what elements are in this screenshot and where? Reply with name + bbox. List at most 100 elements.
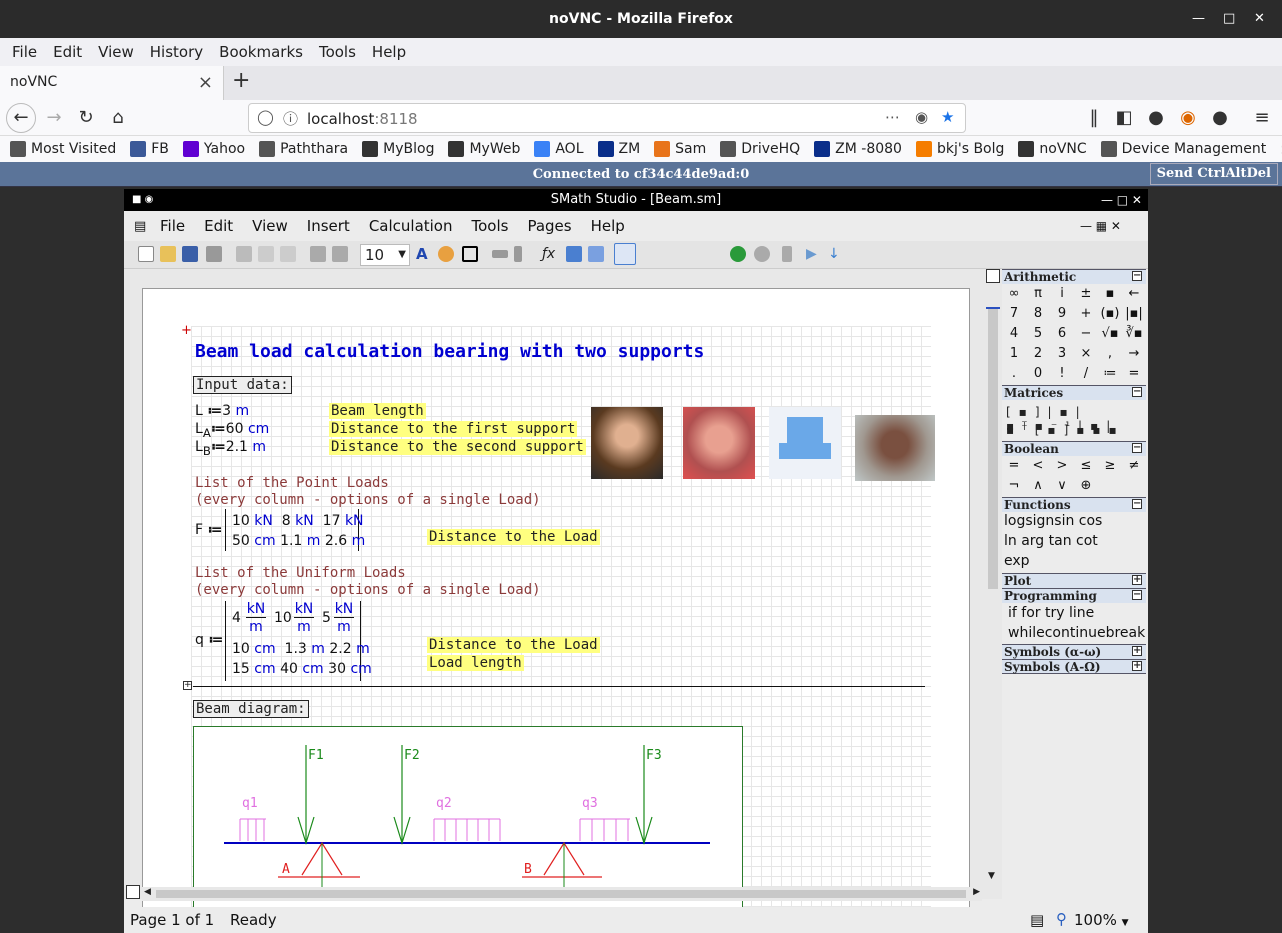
bookmark-2[interactable]: Yahoo <box>182 141 245 157</box>
scroll-down-icon[interactable]: ▼ <box>988 871 995 881</box>
arithmetic-key[interactable]: 9 <box>1050 304 1074 324</box>
smath-menu-pages[interactable]: Pages <box>527 217 571 235</box>
bookmark-5[interactable]: MyWeb <box>448 141 520 157</box>
document-window-controls[interactable]: — ▦ ✕ <box>1080 219 1121 233</box>
window-menu-icon[interactable]: ■ ◉ <box>132 189 153 211</box>
menu-file[interactable]: File <box>4 43 45 61</box>
page-actions-icon[interactable]: ⋯ <box>885 108 900 126</box>
send-ctrlaltdel-button[interactable]: Send CtrlAltDel <box>1149 163 1278 185</box>
functions-row2[interactable]: ln arg tan cot <box>1004 533 1098 549</box>
boolean-key[interactable]: < <box>1026 456 1050 476</box>
bookmark-11[interactable]: bkj's Bolg <box>915 141 1004 157</box>
save-icon[interactable] <box>182 246 198 262</box>
page-layout-icon[interactable]: ▤ <box>1030 911 1044 929</box>
boolean-key[interactable]: ∧ <box>1026 476 1050 496</box>
smath-menu-insert[interactable]: Insert <box>307 217 350 235</box>
border-icon[interactable] <box>462 246 478 262</box>
arithmetic-key[interactable]: + <box>1074 304 1098 324</box>
var-LA[interactable]: LA≔60 cm <box>195 421 269 440</box>
maximize-icon[interactable]: □ <box>1223 0 1235 38</box>
open-folder-icon[interactable] <box>160 246 176 262</box>
functions-row3[interactable]: exp <box>1004 553 1030 569</box>
close-tab-icon[interactable]: × <box>198 72 213 93</box>
arithmetic-key[interactable]: (▪) <box>1098 304 1122 324</box>
arithmetic-key[interactable]: 0 <box>1026 364 1050 384</box>
matrix-row2-icons[interactable]: ▪ᵀ[▪]▪▪▪ <box>1006 423 1125 437</box>
collapse-icon[interactable]: − <box>1132 499 1142 509</box>
vertical-scrollbar[interactable]: ▼ <box>984 269 1002 887</box>
note-q-length[interactable]: Load length <box>427 655 524 671</box>
panel-symbols-upper-header[interactable]: Symbols (A-Ω) + <box>1002 659 1146 674</box>
boolean-key[interactable]: ⊕ <box>1074 476 1098 496</box>
pocket-icon[interactable]: ◉ <box>915 108 928 126</box>
menu-tools[interactable]: Tools <box>311 43 364 61</box>
arithmetic-key[interactable]: 1 <box>1002 344 1026 364</box>
bookmark-10[interactable]: ZM -8080 <box>814 141 902 157</box>
cut-icon[interactable] <box>236 246 252 262</box>
smath-window-controls[interactable]: — □ ✕ <box>1101 189 1142 211</box>
menu-view[interactable]: View <box>90 43 142 61</box>
note-beam-length[interactable]: Beam length <box>329 403 426 419</box>
boolean-key[interactable]: ≤ <box>1074 456 1098 476</box>
arithmetic-key[interactable]: |▪| <box>1122 304 1146 324</box>
note-q-distance[interactable]: Distance to the Load <box>427 637 600 653</box>
arithmetic-key[interactable]: → <box>1122 344 1146 364</box>
align-icon[interactable] <box>492 250 508 258</box>
back-arrow-icon[interactable]: ← <box>6 103 36 133</box>
function-icon[interactable]: ƒx <box>542 246 558 262</box>
step-icon[interactable]: ▶ <box>806 246 822 262</box>
redo-icon[interactable] <box>332 246 348 262</box>
matrix-q[interactable]: 4 kN m 10 kN m 5 kN m 10 cm 1.3 m 2.2 m … <box>225 601 372 681</box>
arithmetic-key[interactable]: 5 <box>1026 324 1050 344</box>
arithmetic-key[interactable]: / <box>1074 364 1098 384</box>
input-data-label[interactable]: Input data: <box>193 376 292 394</box>
close-icon[interactable]: ✕ <box>1254 0 1265 38</box>
new-document-icon[interactable] <box>138 246 154 262</box>
page-view-icon[interactable] <box>614 243 636 265</box>
hamburger-menu-icon[interactable]: ≡ <box>1248 105 1276 131</box>
region-expand-icon[interactable]: + <box>183 681 192 690</box>
tab-novnc[interactable]: noVNC × <box>0 66 224 100</box>
matrix-F[interactable]: 10 kN 8 kN 17 kN 50 cm 1.1 m 2.6 m <box>225 509 365 551</box>
star-icon[interactable]: ★ <box>941 108 954 126</box>
account-icon[interactable]: ● <box>1142 105 1170 131</box>
step-into-icon[interactable]: ↓ <box>828 246 844 262</box>
text-color-icon[interactable]: A <box>416 246 432 262</box>
document-area[interactable]: + Beam load calculation bearing with two… <box>124 269 1002 908</box>
bookmark-6[interactable]: AOL <box>534 141 584 157</box>
collapse-icon[interactable]: − <box>1132 387 1142 397</box>
boolean-key[interactable]: ≥ <box>1098 456 1122 476</box>
arithmetic-key[interactable]: ≔ <box>1098 364 1122 384</box>
panel-plot-header[interactable]: Plot + <box>1002 573 1146 588</box>
var-L[interactable]: L ≔3 m <box>195 403 249 419</box>
boolean-key[interactable]: ¬ <box>1002 476 1026 496</box>
bookmark-4[interactable]: MyBlog <box>362 141 434 157</box>
arithmetic-key[interactable]: , <box>1098 344 1122 364</box>
undo-icon[interactable] <box>310 246 326 262</box>
info-icon[interactable]: ⓘ <box>283 108 298 129</box>
expand-icon[interactable]: + <box>1132 661 1142 671</box>
boolean-key[interactable]: > <box>1050 456 1074 476</box>
extension-icon[interactable]: ◉ <box>1174 105 1202 131</box>
extension2-icon[interactable]: ● <box>1206 105 1234 131</box>
bookmark-12[interactable]: noVNC <box>1018 141 1087 157</box>
programming-row2[interactable]: whilecontinuebreak <box>1008 625 1145 641</box>
uniform-loads-subtitle[interactable]: (every column - options of a single Load… <box>195 582 541 598</box>
panel-arithmetic-header[interactable]: Arithmetic − <box>1002 269 1146 284</box>
fill-color-icon[interactable] <box>438 246 454 262</box>
collapse-icon[interactable]: − <box>1132 271 1142 281</box>
bookmark-3[interactable]: Paththara <box>259 141 348 157</box>
arithmetic-key[interactable]: i <box>1050 284 1074 304</box>
arithmetic-key[interactable]: = <box>1122 364 1146 384</box>
point-loads-title[interactable]: List of the Point Loads <box>195 475 389 491</box>
arithmetic-key[interactable]: √▪ <box>1098 324 1122 344</box>
expand-icon[interactable]: + <box>1132 575 1142 585</box>
arithmetic-key[interactable]: 8 <box>1026 304 1050 324</box>
arithmetic-key[interactable]: ∞ <box>1002 284 1026 304</box>
reload-icon[interactable]: ↻ <box>72 105 100 131</box>
pause-icon[interactable] <box>782 246 792 262</box>
arithmetic-key[interactable]: 4 <box>1002 324 1026 344</box>
zoom-icon[interactable]: ⚲ <box>1056 910 1067 928</box>
arithmetic-key[interactable]: ← <box>1122 284 1146 304</box>
filter-icon[interactable] <box>566 246 582 262</box>
